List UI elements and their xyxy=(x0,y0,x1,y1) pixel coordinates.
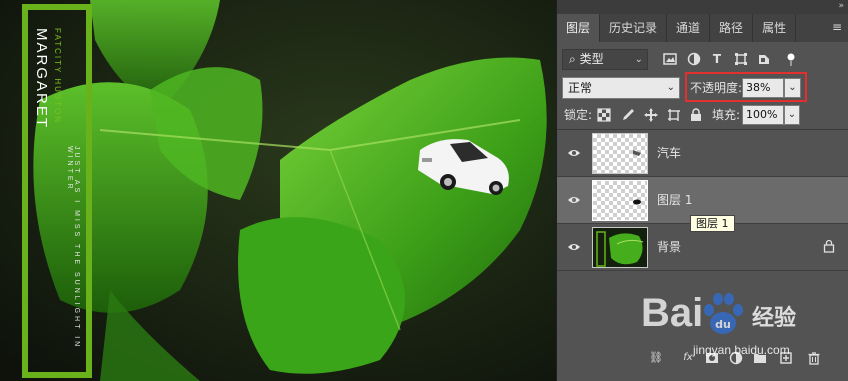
fill-label: 填充: xyxy=(712,108,741,122)
baidu-watermark-url: jingyan.baidu.com xyxy=(693,343,790,357)
adjustment-filter-icon[interactable] xyxy=(687,52,701,66)
tab-channels[interactable]: 通道 xyxy=(667,14,711,42)
layer-row-car[interactable]: 汽车 xyxy=(557,130,848,177)
photoshop-window: MARGARET FATCITY HUSTON JUST AS I MISS T… xyxy=(0,0,848,381)
image-filter-icon[interactable] xyxy=(663,52,677,66)
lock-all-icon[interactable] xyxy=(689,108,703,122)
lock-artboard-icon[interactable] xyxy=(667,108,681,122)
layer-filter-row: ⌕ 类型 ⌄ T xyxy=(557,47,848,73)
chevron-down-icon: ⌄ xyxy=(666,82,675,93)
tab-properties[interactable]: 属性 xyxy=(753,14,797,42)
panel-tabs: 图层 历史记录 通道 路径 属性 xyxy=(557,14,848,42)
baidu-watermark-brand: 经验 xyxy=(752,306,797,331)
panel-header-strip: » xyxy=(557,0,848,14)
lock-icon xyxy=(823,239,835,253)
layer-thumbnail xyxy=(592,227,648,268)
search-icon: ⌕ xyxy=(569,52,576,66)
lock-transparent-icon[interactable] xyxy=(597,108,611,122)
filter-toggle-icon[interactable] xyxy=(784,52,798,66)
layer-name: 汽车 xyxy=(657,146,682,160)
eye-icon[interactable] xyxy=(567,240,581,254)
trash-icon[interactable] xyxy=(807,351,821,365)
filter-kind-select[interactable]: ⌕ 类型 ⌄ xyxy=(562,49,648,70)
layer-thumbnail xyxy=(592,133,648,174)
tab-paths[interactable]: 路径 xyxy=(710,14,754,42)
frame-title-text: MARGARET xyxy=(33,28,50,130)
frame-tagline-text: JUST AS I MISS THE SUNLIGHT IN WINTER xyxy=(66,146,80,350)
blend-mode-value: 正常 xyxy=(568,81,593,95)
link-icon[interactable]: ⛓ xyxy=(649,351,663,365)
tab-layers[interactable]: 图层 xyxy=(557,14,601,42)
layer-name: 图层 1 xyxy=(657,193,693,207)
lock-position-icon[interactable] xyxy=(644,108,658,122)
eye-icon[interactable] xyxy=(567,146,581,160)
svg-text:du: du xyxy=(715,318,731,331)
collapse-icon[interactable]: » xyxy=(838,0,843,12)
lock-label: 锁定: xyxy=(564,108,593,122)
eye-icon[interactable] xyxy=(567,193,581,207)
chevron-down-icon: ⌄ xyxy=(634,54,643,65)
lock-image-icon[interactable] xyxy=(621,108,635,122)
frame-subtitle-text: FATCITY HUSTON xyxy=(53,28,62,125)
baidu-paw-logo: du xyxy=(704,293,743,334)
fill-input[interactable]: 100% xyxy=(742,105,784,125)
smart-object-filter-icon[interactable] xyxy=(757,52,771,66)
layer-thumbnail xyxy=(592,180,648,221)
layers-list: 汽车 图层 1 背景 xyxy=(557,129,848,271)
opacity-highlight-box xyxy=(685,72,807,102)
lock-fill-row: 锁定: 填充: 100% ⌄ xyxy=(557,104,848,126)
type-filter-icon[interactable]: T xyxy=(710,52,724,66)
layer-name: 背景 xyxy=(657,240,682,254)
baidu-watermark-logo: Bai xyxy=(641,291,704,335)
shape-filter-icon[interactable] xyxy=(734,52,748,66)
tab-history[interactable]: 历史记录 xyxy=(600,14,668,42)
document-canvas[interactable]: MARGARET FATCITY HUSTON JUST AS I MISS T… xyxy=(0,0,556,381)
blend-mode-select[interactable]: 正常 ⌄ xyxy=(562,77,680,99)
panel-menu-icon[interactable]: ≡ xyxy=(832,20,842,34)
layer-tooltip: 图层 1 xyxy=(690,215,735,232)
fill-slider-button[interactable]: ⌄ xyxy=(784,105,800,125)
filter-kind-label: 类型 xyxy=(579,52,604,66)
